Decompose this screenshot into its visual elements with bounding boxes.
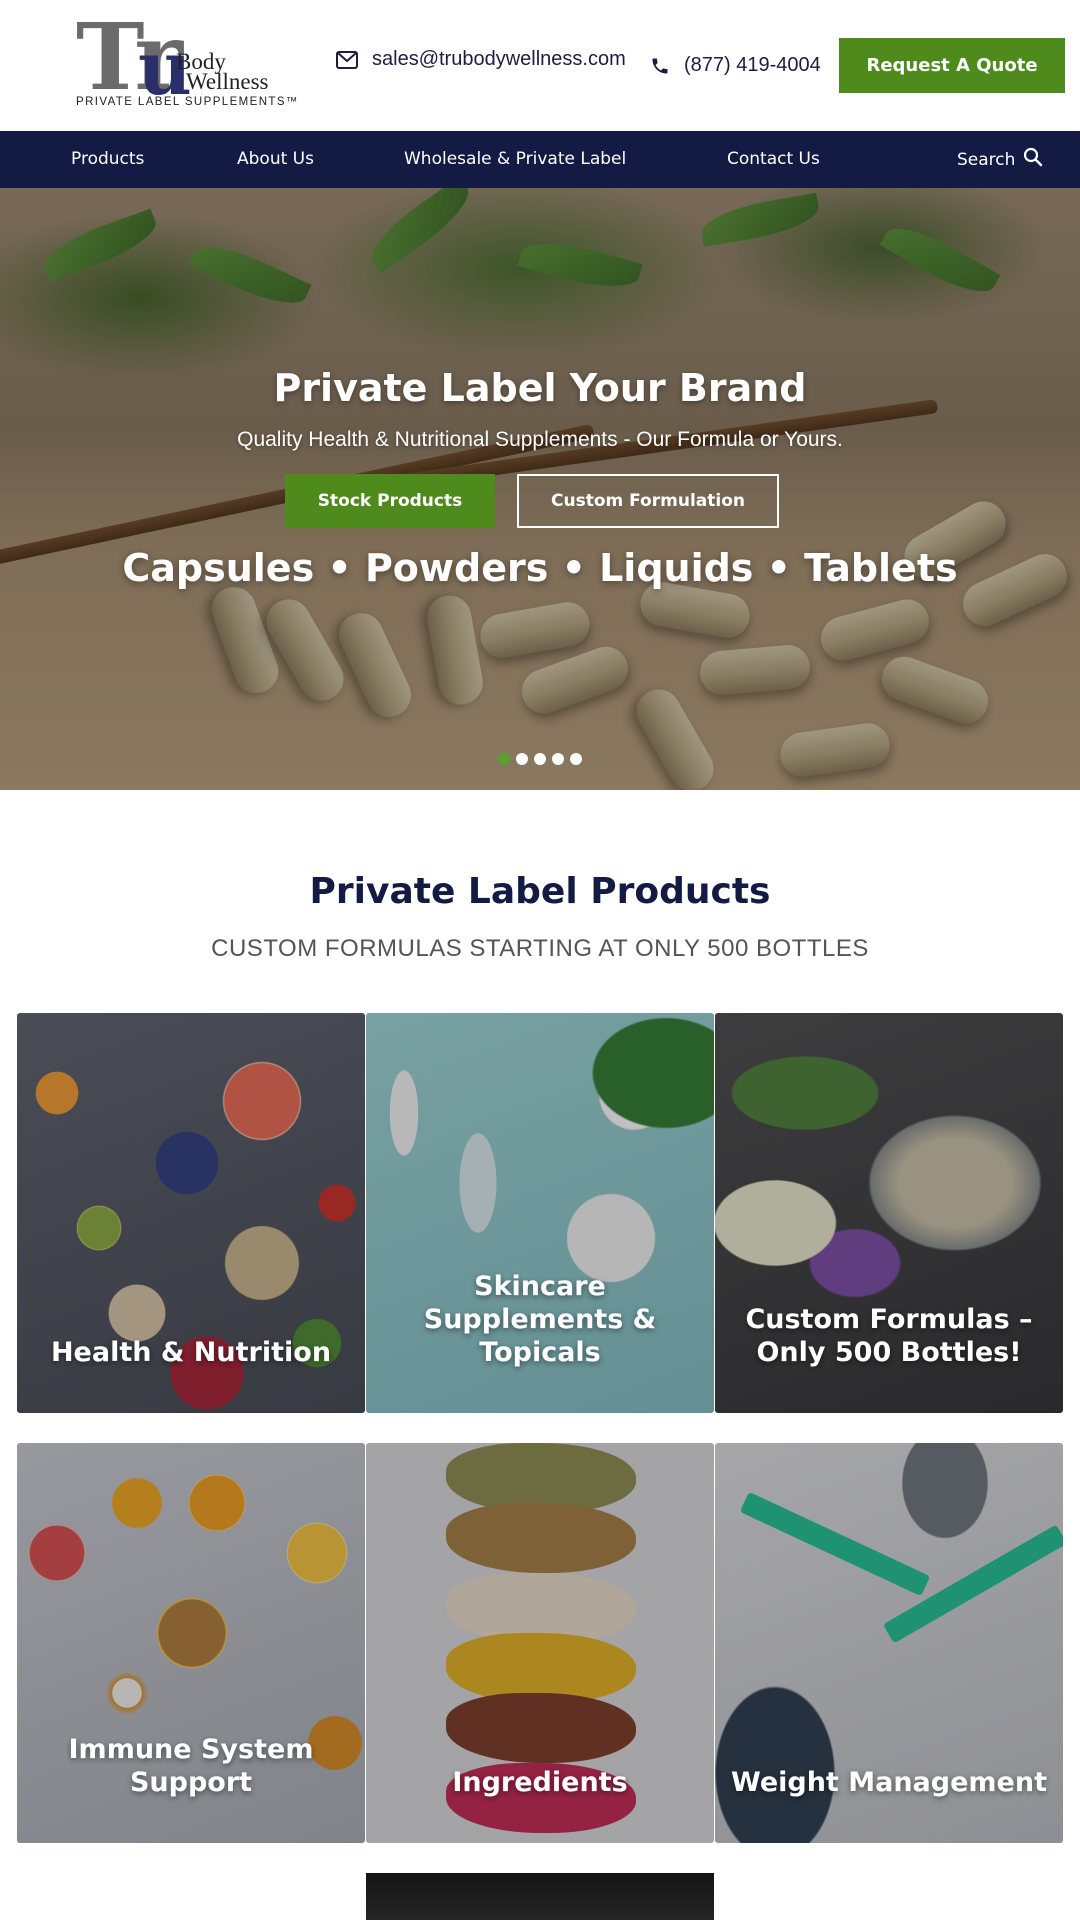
- tile-label: Immune System Support: [68, 1734, 314, 1798]
- slider-dot-4[interactable]: [552, 753, 564, 765]
- product-tile-ingredients[interactable]: Ingredients: [366, 1443, 714, 1843]
- slider-dot-1[interactable]: [498, 753, 510, 765]
- main-nav: Products About Us Wholesale & Private La…: [0, 131, 1080, 188]
- mail-icon: [336, 50, 358, 69]
- hero-subtitle: Quality Health & Nutritional Supplements…: [237, 428, 843, 451]
- custom-formulation-button[interactable]: Custom Formulation: [517, 474, 779, 528]
- site-header: Tr u Body Wellness PRIVATE LABEL SUPPLEM…: [0, 0, 1080, 131]
- product-tile-weight-management[interactable]: Weight Management: [715, 1443, 1063, 1843]
- nav-search-button[interactable]: Search: [957, 131, 1043, 188]
- tile-label: Health & Nutrition: [50, 1337, 332, 1368]
- products-section-title: Private Label Products: [309, 871, 771, 912]
- product-tile-health-nutrition[interactable]: Health & Nutrition: [17, 1013, 365, 1413]
- email-text: sales@trubodywellness.com: [372, 48, 626, 70]
- nav-item-about-us[interactable]: About Us: [237, 131, 314, 188]
- tile-label: Ingredients: [452, 1767, 628, 1798]
- product-tile-immune-support[interactable]: Immune System Support: [17, 1443, 365, 1843]
- request-quote-button[interactable]: Request A Quote: [839, 38, 1065, 93]
- product-tile-skincare[interactable]: Skincare Supplements & Topicals: [366, 1013, 714, 1413]
- slider-dot-2[interactable]: [516, 753, 528, 765]
- phone-link[interactable]: (877) 419-4004: [650, 54, 821, 77]
- hero-formats: Capsules • Powders • Liquids • Tablets: [122, 546, 958, 590]
- stock-products-button[interactable]: Stock Products: [285, 474, 495, 528]
- nav-item-wholesale-private-label[interactable]: Wholesale & Private Label: [404, 131, 626, 188]
- tile-label: Weight Management: [731, 1767, 1047, 1798]
- slider-dot-3[interactable]: [534, 753, 546, 765]
- phone-icon: [650, 56, 670, 76]
- logo-wordmark: Body Wellness: [176, 49, 269, 94]
- search-icon: [1023, 147, 1043, 172]
- product-tile-custom-formulas[interactable]: Custom Formulas – Only 500 Bottles!: [715, 1013, 1063, 1413]
- slider-dots: [498, 753, 582, 765]
- product-tile-partial[interactable]: [366, 1873, 714, 1920]
- brand-logo[interactable]: Tr u Body Wellness PRIVATE LABEL SUPPLEM…: [76, 11, 297, 113]
- phone-text: (877) 419-4004: [684, 54, 821, 76]
- nav-item-products[interactable]: Products: [71, 131, 144, 188]
- products-section-subtitle: CUSTOM FORMULAS STARTING AT ONLY 500 BOT…: [211, 935, 869, 962]
- email-link[interactable]: sales@trubodywellness.com: [336, 48, 626, 71]
- slider-dot-5[interactable]: [570, 753, 582, 765]
- hero-title: Private Label Your Brand: [273, 366, 807, 410]
- search-label: Search: [957, 149, 1016, 170]
- logo-tagline: PRIVATE LABEL SUPPLEMENTS™: [76, 96, 299, 108]
- nav-item-contact-us[interactable]: Contact Us: [727, 131, 820, 188]
- tile-label: Skincare Supplements & Topicals: [423, 1271, 657, 1368]
- tile-label: Custom Formulas – Only 500 Bottles!: [745, 1304, 1033, 1368]
